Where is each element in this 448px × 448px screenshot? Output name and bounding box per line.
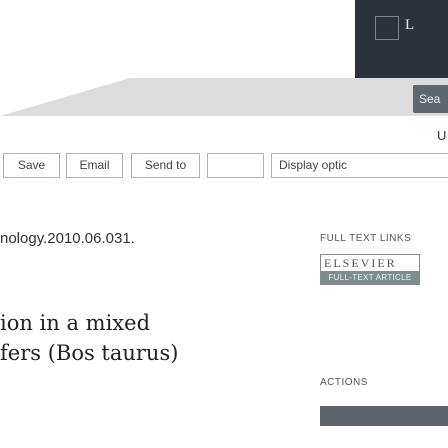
logo-square-icon — [375, 16, 399, 40]
article-doi[interactable]: nology.2010.06.031. — [0, 230, 135, 247]
actions-heading: ACTIONS — [320, 377, 368, 388]
action-button[interactable] — [320, 406, 448, 426]
elsevier-full-text-link[interactable]: ELSEVIER FULL-TEXT ARTICLE — [320, 254, 420, 285]
full-text-article-badge: FULL-TEXT ARTICLE — [321, 271, 419, 284]
article-title-line-1: ion in a mixed — [0, 311, 151, 335]
send-to-button[interactable]: Send to — [131, 153, 200, 178]
user-account-link[interactable]: U — [437, 128, 446, 143]
save-button[interactable]: Save — [3, 153, 60, 178]
article-title-line-2: fers (Bos taurus) — [0, 341, 179, 365]
logo-letter: L — [405, 17, 415, 33]
full-text-links-heading: FULL TEXT LINKS — [320, 233, 412, 244]
header-logo-block[interactable]: L — [355, 0, 448, 78]
email-button[interactable]: Email — [66, 153, 123, 178]
article-title: ion in a mixed fers (Bos taurus) — [0, 308, 178, 368]
elsevier-logo-text: ELSEVIER — [324, 256, 397, 270]
search-bar-decoration — [0, 78, 130, 116]
send-to-dropdown[interactable] — [207, 153, 264, 178]
search-button[interactable]: Sea — [413, 85, 448, 113]
display-options-button[interactable]: Display optic — [271, 153, 448, 178]
